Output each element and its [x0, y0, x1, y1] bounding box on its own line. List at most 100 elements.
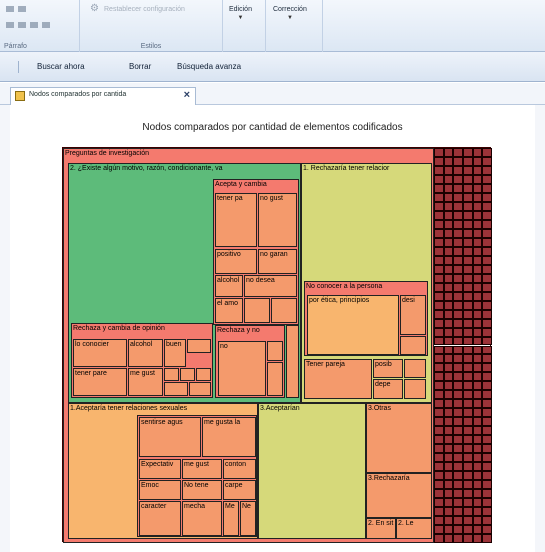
- treemap-small-node[interactable]: [453, 183, 463, 193]
- treemap-small-node[interactable]: [463, 372, 473, 382]
- treemap-small-node[interactable]: [453, 273, 463, 283]
- treemap-small-node[interactable]: [434, 480, 444, 490]
- treemap-small-node[interactable]: [443, 210, 454, 220]
- advanced-search-button[interactable]: Búsqueda avanza: [177, 62, 241, 71]
- close-icon[interactable]: ×: [184, 89, 190, 101]
- treemap-small-node[interactable]: [463, 255, 473, 265]
- treemap-small-node[interactable]: [482, 183, 492, 193]
- treemap-small-node[interactable]: [482, 192, 492, 202]
- treemap-small-node[interactable]: [472, 183, 483, 193]
- treemap-small-node[interactable]: [453, 417, 463, 427]
- treemap-small-node[interactable]: [443, 417, 454, 427]
- treemap-small-node[interactable]: [434, 309, 444, 319]
- treemap-small-node[interactable]: [472, 255, 483, 265]
- treemap-small-node[interactable]: [453, 282, 463, 292]
- treemap-cell[interactable]: Me: [223, 501, 239, 536]
- treemap-small-node[interactable]: [482, 363, 492, 373]
- treemap-small-node[interactable]: [453, 390, 463, 400]
- treemap-cell[interactable]: Expectativ: [139, 459, 181, 479]
- treemap-small-node[interactable]: [482, 300, 492, 310]
- treemap-small-node[interactable]: [434, 345, 444, 355]
- treemap-small-node[interactable]: [443, 219, 454, 229]
- treemap-small-node[interactable]: [463, 264, 473, 274]
- treemap-small-node[interactable]: [472, 525, 483, 534]
- treemap-small-node[interactable]: [453, 516, 463, 526]
- treemap-small-node[interactable]: [482, 399, 492, 409]
- treemap-cell[interactable]: no desea: [244, 275, 297, 297]
- treemap-small-node[interactable]: [434, 327, 444, 337]
- treemap-small-node[interactable]: [453, 192, 463, 202]
- treemap-small-node[interactable]: [443, 525, 454, 534]
- treemap-cell[interactable]: Emoc: [139, 480, 181, 500]
- treemap-small-node[interactable]: [482, 417, 492, 427]
- treemap-small-node[interactable]: [443, 291, 454, 301]
- treemap-small-node[interactable]: [482, 345, 492, 355]
- treemap-small-node[interactable]: [472, 309, 483, 319]
- treemap-small-node[interactable]: [434, 534, 444, 543]
- treemap-cell[interactable]: [267, 362, 283, 396]
- treemap-small-node[interactable]: [443, 201, 454, 211]
- treemap-small-node[interactable]: [453, 354, 463, 364]
- treemap-small-node[interactable]: [472, 498, 483, 508]
- treemap-small-node[interactable]: [443, 354, 454, 364]
- treemap-small-node[interactable]: [482, 471, 492, 481]
- treemap-small-node[interactable]: [482, 336, 492, 346]
- treemap-small-node[interactable]: [434, 148, 444, 157]
- treemap-small-node[interactable]: [472, 264, 483, 274]
- treemap-small-node[interactable]: [453, 453, 463, 463]
- treemap-small-node[interactable]: [463, 435, 473, 445]
- treemap-small-node[interactable]: [443, 148, 454, 157]
- treemap-small-node[interactable]: [443, 462, 454, 472]
- treemap-cell[interactable]: [271, 298, 297, 323]
- clear-button[interactable]: Borrar: [129, 62, 151, 71]
- reset-settings-icon[interactable]: ⚙: [90, 3, 99, 14]
- treemap-small-node[interactable]: [453, 201, 463, 211]
- treemap-small-node[interactable]: [443, 507, 454, 517]
- treemap-small-node[interactable]: [434, 156, 444, 166]
- treemap-cell[interactable]: [286, 325, 299, 398]
- treemap-small-node[interactable]: [453, 300, 463, 310]
- treemap-small-node[interactable]: [453, 372, 463, 382]
- treemap-small-node[interactable]: [434, 426, 444, 436]
- treemap-small-node[interactable]: [434, 525, 444, 534]
- treemap-small-node[interactable]: [443, 255, 454, 265]
- outdent-icon[interactable]: [18, 6, 26, 12]
- treemap-small-node[interactable]: [482, 516, 492, 526]
- treemap-small-node[interactable]: [472, 246, 483, 256]
- treemap-small-node[interactable]: [434, 237, 444, 247]
- treemap-small-node[interactable]: [443, 399, 454, 409]
- treemap-small-node[interactable]: [482, 174, 492, 184]
- treemap-small-node[interactable]: [453, 246, 463, 256]
- treemap-small-node[interactable]: [434, 444, 444, 454]
- treemap-cell[interactable]: tener pa: [215, 193, 257, 247]
- treemap-small-node[interactable]: [482, 148, 492, 157]
- treemap-cell[interactable]: alcohol: [128, 339, 163, 367]
- treemap-small-node[interactable]: [443, 408, 454, 418]
- treemap-small-node[interactable]: [453, 381, 463, 391]
- treemap-small-node[interactable]: [443, 183, 454, 193]
- tab-nodes-compared[interactable]: Nodos comparados por cantida ×: [10, 87, 196, 105]
- treemap-small-node[interactable]: [434, 300, 444, 310]
- treemap-small-node[interactable]: [443, 444, 454, 454]
- treemap-small-node[interactable]: [463, 228, 473, 238]
- treemap-small-node[interactable]: [453, 489, 463, 499]
- treemap-cell[interactable]: por ética, principios: [307, 295, 399, 355]
- treemap-small-node[interactable]: [434, 273, 444, 283]
- treemap-small-node[interactable]: [472, 408, 483, 418]
- treemap-small-node[interactable]: [453, 291, 463, 301]
- treemap-small-node[interactable]: [434, 507, 444, 517]
- treemap-small-node[interactable]: [434, 192, 444, 202]
- treemap-small-node[interactable]: [453, 219, 463, 229]
- treemap-small-node[interactable]: [482, 444, 492, 454]
- treemap-cell[interactable]: 2. En sit: [366, 518, 396, 539]
- treemap-small-node[interactable]: [472, 462, 483, 472]
- treemap-small-node[interactable]: [434, 435, 444, 445]
- treemap-small-node[interactable]: [472, 318, 483, 328]
- treemap-cell[interactable]: Ne: [240, 501, 256, 536]
- treemap-small-node[interactable]: [463, 363, 473, 373]
- treemap-small-node[interactable]: [472, 354, 483, 364]
- treemap-small-node[interactable]: [443, 273, 454, 283]
- treemap-small-node[interactable]: [482, 210, 492, 220]
- treemap-small-node[interactable]: [463, 165, 473, 175]
- treemap-small-node[interactable]: [482, 282, 492, 292]
